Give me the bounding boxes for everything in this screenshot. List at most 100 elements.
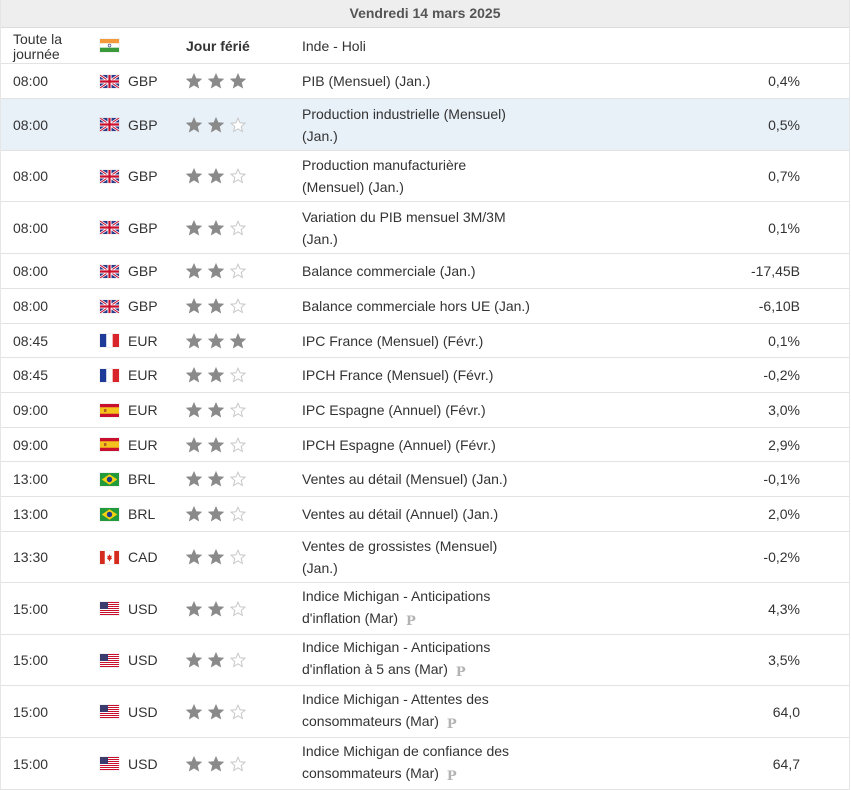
event-row[interactable]: 08:00 GBP PIB (Mensuel) (Jan.) 0,4% [1, 64, 849, 99]
event-name-text: Production industrielle (Mensuel) (Jan.) [302, 105, 506, 144]
event-row[interactable]: 08:00 GBP Production industrielle (Mensuel… [1, 99, 849, 151]
event-time: 08:00 [13, 263, 49, 279]
event-row[interactable]: 15:00 USD Indice Michigan - Anticipations … [1, 635, 849, 686]
event-name[interactable]: IPCH France (Mensuel) (Févr.) [302, 364, 532, 386]
event-row[interactable]: 09:00 EUR IPCH Espagne (Annuel) (Févr.) 2,9… [1, 428, 849, 462]
event-row[interactable]: 08:00 GBP Variation du PIB mensuel 3M/3M (… [1, 202, 849, 254]
importance-stars [186, 506, 302, 522]
star-empty-icon [230, 652, 246, 668]
event-row[interactable]: 13:00 BRL Ventes au détail (Mensuel) (Jan.… [1, 462, 849, 497]
event-name[interactable]: Indice Michigan - Anticipations d'inflat… [302, 636, 532, 684]
event-name[interactable]: IPC France (Mensuel) (Févr.) [302, 330, 532, 352]
event-row[interactable]: 13:00 BRL Ventes au détail (Annuel) (Jan.)… [1, 497, 849, 532]
importance-stars [186, 755, 302, 772]
star-filled-icon [208, 600, 224, 617]
star-filled-icon [186, 168, 202, 184]
event-currency: EUR [128, 402, 158, 418]
star-empty-icon [230, 263, 246, 279]
event-currency: EUR [128, 367, 158, 383]
event-row[interactable]: 08:00 GBP Production manufacturière (Mensu… [1, 151, 849, 202]
star-filled-icon [208, 298, 224, 314]
event-name[interactable]: Variation du PIB mensuel 3M/3M (Jan.) [302, 206, 532, 250]
event-row[interactable]: 08:00 GBP Balance commerciale (Jan.) -17,45… [1, 254, 849, 289]
uk-flag-icon [100, 118, 128, 131]
star-empty-icon [230, 116, 246, 133]
event-time: 08:00 [13, 298, 49, 314]
event-value: -0,2% [763, 367, 800, 383]
event-name[interactable]: PIB (Mensuel) (Jan.) [302, 70, 532, 92]
star-filled-icon [230, 73, 246, 89]
event-name[interactable]: IPCH Espagne (Annuel) (Févr.) [302, 434, 532, 456]
event-currency: USD [128, 703, 158, 720]
star-filled-icon [186, 703, 202, 720]
star-filled-icon [186, 332, 202, 349]
event-name[interactable]: Production manufacturière (Mensuel) (Jan… [302, 154, 532, 198]
event-row[interactable]: 09:00 EUR IPC Espagne (Annuel) (Févr.) 3,0% [1, 393, 849, 428]
event-name[interactable]: IPC Espagne (Annuel) (Févr.) [302, 399, 532, 421]
star-empty-icon [230, 471, 246, 487]
importance-stars [186, 402, 302, 418]
usa-flag-icon [100, 757, 128, 770]
event-name[interactable]: Balance commerciale hors UE (Jan.) [302, 295, 532, 317]
event-time: 15:00 [13, 703, 49, 720]
event-value: 4,3% [768, 600, 800, 617]
event-value: 0,1% [768, 332, 800, 349]
holiday-row[interactable]: Toute la journée Jour férié Inde - Holi [1, 28, 849, 64]
importance-stars [186, 367, 302, 383]
star-filled-icon [186, 219, 202, 236]
event-name[interactable]: Ventes au détail (Mensuel) (Jan.) [302, 468, 532, 490]
event-value: -17,45B [750, 263, 800, 279]
event-name[interactable]: Ventes au détail (Annuel) (Jan.) [302, 503, 532, 525]
star-filled-icon [186, 436, 202, 453]
event-time: 15:00 [13, 652, 49, 668]
star-filled-icon [208, 367, 224, 383]
star-filled-icon [208, 73, 224, 89]
event-time: 13:30 [13, 549, 49, 565]
event-currency: GBP [128, 263, 158, 279]
event-value: 64,7 [772, 755, 800, 772]
event-value: 3,5% [768, 652, 800, 668]
event-time: 13:00 [13, 506, 49, 522]
event-row[interactable]: 15:00 USD Indice Michigan - Attentes des c… [1, 686, 849, 738]
star-empty-icon [230, 703, 246, 720]
spain-flag-icon [100, 438, 128, 451]
importance-stars [186, 600, 302, 617]
event-currency: BRL [128, 506, 156, 522]
event-name-text: Indice Michigan - Anticipations d'inflat… [302, 587, 491, 626]
star-filled-icon [186, 263, 202, 279]
importance-stars [186, 703, 302, 720]
event-row[interactable]: 08:45 EUR IPCH France (Mensuel) (Févr.) -0,… [1, 358, 849, 393]
event-row[interactable]: 08:45 EUR IPC France (Mensuel) (Févr.) 0,1% [1, 324, 849, 358]
event-row[interactable]: 15:00 USD Indice Michigan - Anticipations … [1, 583, 849, 635]
star-empty-icon [230, 402, 246, 418]
star-filled-icon [208, 402, 224, 418]
event-row[interactable]: 08:00 GBP Balance commerciale hors UE (Jan… [1, 289, 849, 324]
event-name[interactable]: Balance commerciale (Jan.) [302, 260, 532, 282]
event-name[interactable]: Production industrielle (Mensuel) (Jan.) [302, 103, 532, 147]
event-row[interactable]: 15:00 USD Indice Michigan de confiance des… [1, 738, 849, 790]
event-name-text: Balance commerciale (Jan.) [302, 263, 476, 279]
event-name[interactable]: Ventes de grossistes (Mensuel) (Jan.) [302, 535, 532, 579]
spain-flag-icon [100, 403, 128, 417]
star-empty-icon [230, 436, 246, 453]
star-filled-icon [186, 506, 202, 522]
uk-flag-icon [100, 74, 128, 88]
star-filled-icon [186, 116, 202, 133]
event-value: 64,0 [772, 703, 800, 720]
event-time: 08:00 [13, 219, 49, 236]
event-name-text: Ventes de grossistes (Mensuel) (Jan.) [302, 538, 498, 576]
event-name[interactable]: Indice Michigan - Attentes des consommat… [302, 688, 532, 736]
star-filled-icon [208, 168, 224, 184]
event-name[interactable]: Indice Michigan - Anticipations d'inflat… [302, 585, 532, 633]
importance-stars [186, 471, 302, 487]
event-value: 0,1% [768, 219, 800, 236]
event-value: 0,7% [768, 168, 800, 184]
event-name-text: Variation du PIB mensuel 3M/3M (Jan.) [302, 208, 506, 247]
event-time: 08:45 [13, 367, 49, 383]
event-name[interactable]: Indice Michigan de confiance des consomm… [302, 740, 532, 788]
uk-flag-icon [100, 299, 128, 313]
france-flag-icon [100, 368, 128, 382]
star-filled-icon [208, 263, 224, 279]
event-row[interactable]: 13:30 CAD Ventes de grossistes (Mensuel) (… [1, 532, 849, 583]
importance-stars [186, 652, 302, 668]
